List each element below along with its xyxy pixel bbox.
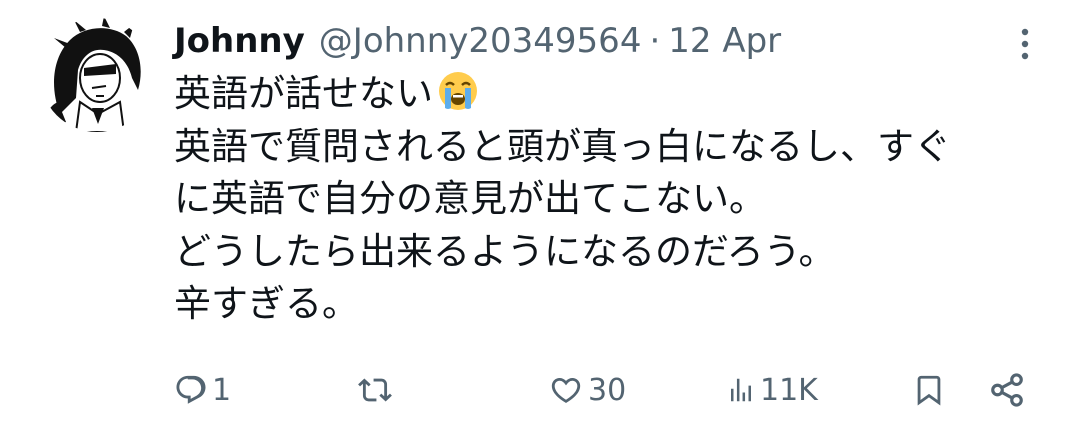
user-handle[interactable]: @Johnny20349564 xyxy=(319,14,642,68)
share-icon xyxy=(991,373,1023,407)
tweet-line: 英語で質問されると頭が真っ白になるし、すぐ xyxy=(174,124,951,168)
retweet-icon xyxy=(358,378,392,402)
avatar[interactable] xyxy=(40,18,154,132)
like-button[interactable]: 30 xyxy=(548,362,626,418)
tweet-line: 英語が話せない xyxy=(174,68,1054,121)
reply-count: 1 xyxy=(212,372,232,408)
retweet-button[interactable] xyxy=(356,362,398,418)
avatar-image xyxy=(40,18,154,132)
tweet-line: に英語で自分の意見が出てこない。 xyxy=(174,177,766,220)
reply-icon xyxy=(176,375,206,404)
views-button[interactable]: 11K xyxy=(726,362,818,418)
share-button[interactable] xyxy=(988,362,1026,418)
more-vert-icon xyxy=(1021,28,1029,60)
loudly-crying-face-icon xyxy=(437,70,479,127)
views-icon xyxy=(731,378,751,402)
timestamp[interactable]: 12 Apr xyxy=(668,14,781,68)
like-count: 30 xyxy=(588,372,627,408)
tweet-line: 辛すぎる。 xyxy=(174,282,359,325)
reply-button[interactable]: 1 xyxy=(174,362,231,418)
bookmark-button[interactable] xyxy=(912,362,946,418)
display-name[interactable]: Johnny xyxy=(174,14,305,68)
like-icon xyxy=(551,377,581,403)
separator-dot: · xyxy=(649,21,661,61)
tweet-text: 英語が話せない 英語で質問されると頭が真っ白になるし、すぐ に英語で自分の意見が… xyxy=(174,68,1054,331)
tweet-line: どうしたら出来るようになるのだろう。 xyxy=(174,229,836,273)
view-count: 11K xyxy=(760,372,818,408)
action-bar: 1 30 11K xyxy=(0,362,1080,418)
more-options-button[interactable] xyxy=(1010,24,1040,64)
tweet-header: Johnny @Johnny20349564 · 12 Apr xyxy=(174,14,781,68)
bookmark-icon xyxy=(917,375,941,406)
